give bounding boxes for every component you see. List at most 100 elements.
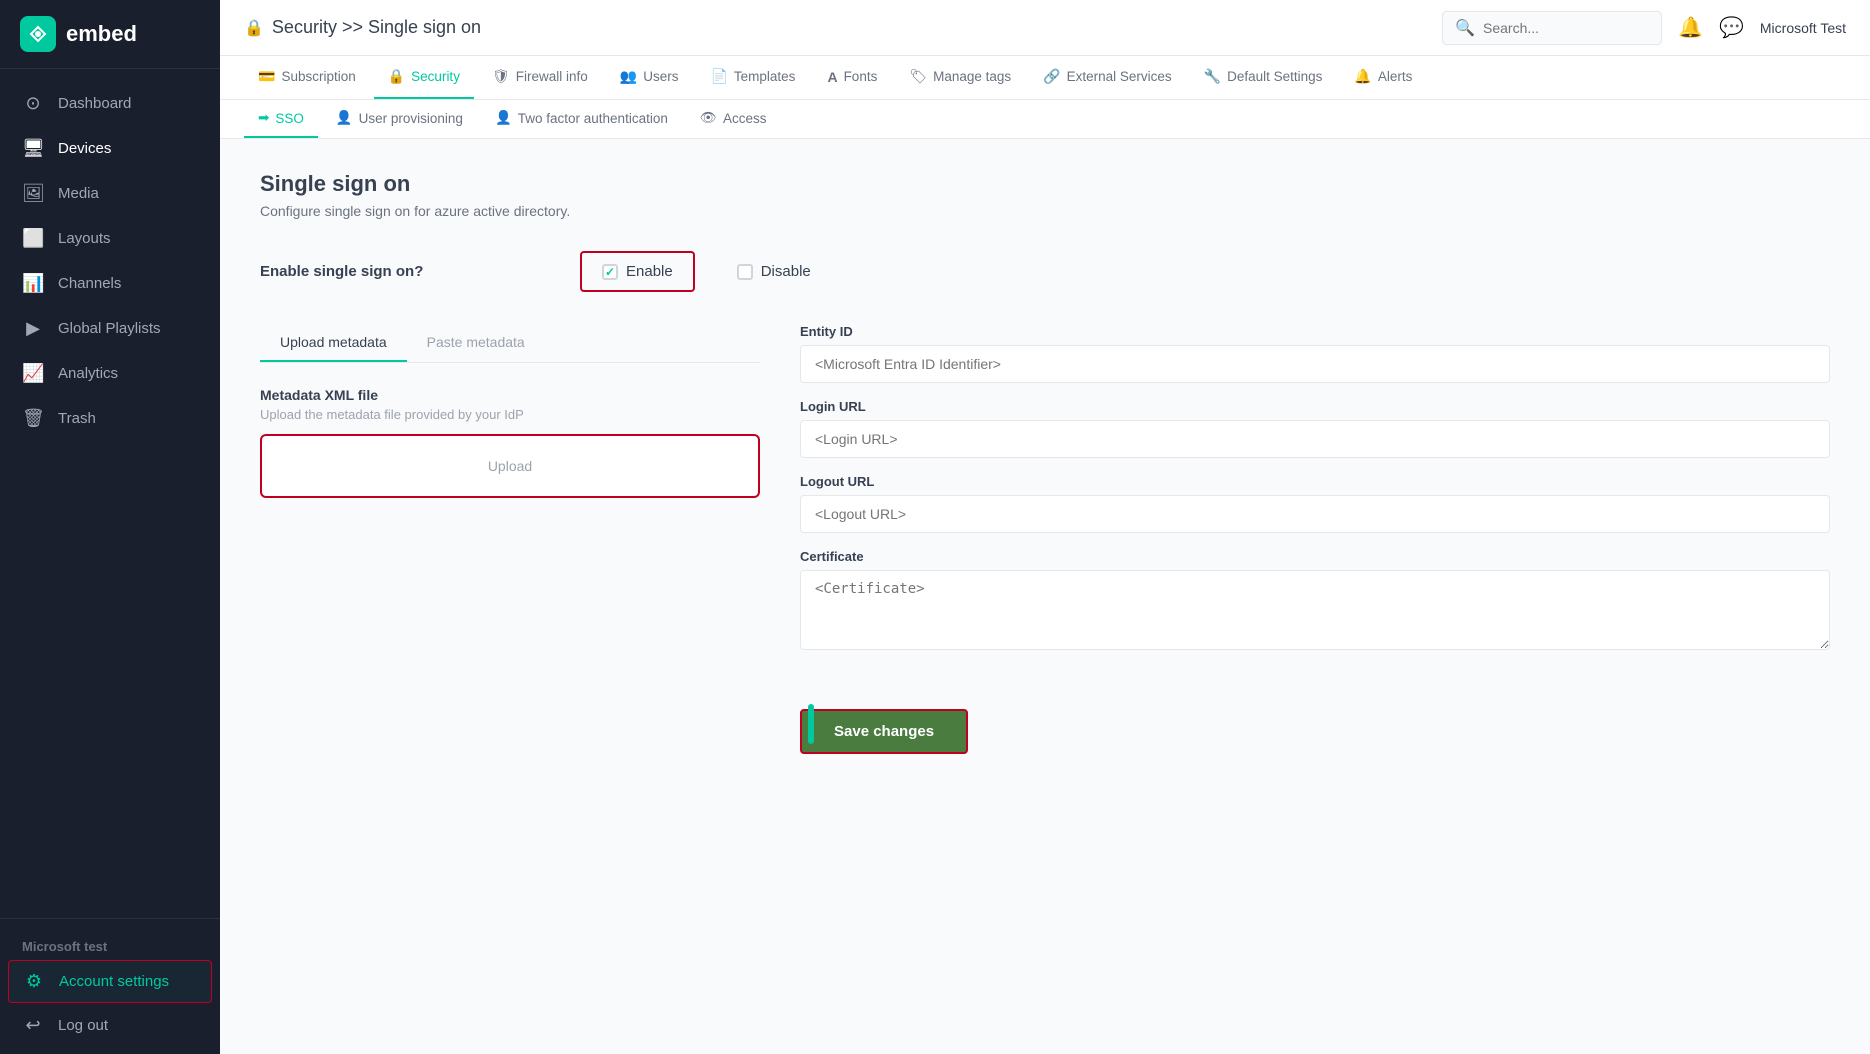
sidebar-item-label: Trash — [58, 410, 96, 427]
enable-checkbox[interactable] — [602, 264, 618, 280]
login-url-input[interactable] — [800, 420, 1830, 458]
org-name: Microsoft test — [0, 931, 220, 958]
sso-form: Upload metadata Paste metadata Metadata … — [260, 324, 1830, 754]
tab-subscription[interactable]: 💳 Subscription — [244, 56, 370, 99]
templates-icon: 📄 — [710, 68, 727, 85]
right-panel: Entity ID Login URL Logout URL Certifica… — [800, 324, 1830, 754]
login-url-label: Login URL — [800, 399, 1830, 414]
notification-icon[interactable]: 🔔 — [1678, 15, 1703, 40]
tab-firewall-info[interactable]: 🛡 Firewall info — [478, 56, 602, 99]
sidebar-item-analytics[interactable]: 📈 Analytics — [0, 351, 220, 396]
sidebar-item-global-playlists[interactable]: ▶ Global Playlists — [0, 306, 220, 351]
primary-tabs: 💳 Subscription 🔒 Security 🛡 Firewall inf… — [220, 56, 1870, 100]
sso-arrow-icon: ➡ — [258, 110, 269, 126]
topbar: 🔒 Security >> Single sign on 🔍 🔔 💬 Micro… — [220, 0, 1870, 56]
playlists-icon: ▶ — [22, 318, 44, 339]
sidebar-item-dashboard[interactable]: ⊙ Dashboard — [0, 81, 220, 126]
certificate-label: Certificate — [800, 549, 1830, 564]
sidebar: embed ⊙ Dashboard 🖥 Devices 🖼 Media ⬜ La… — [0, 0, 220, 1054]
sidebar-item-account-settings[interactable]: ⚙ Account settings — [8, 960, 212, 1003]
meta-tab-upload[interactable]: Upload metadata — [260, 324, 407, 362]
upload-section: Metadata XML file Upload the metadata fi… — [260, 387, 760, 498]
sidebar-item-devices[interactable]: 🖥 Devices — [0, 126, 220, 171]
sidebar-item-logout[interactable]: ↩ Log out — [0, 1005, 220, 1046]
search-icon: 🔍 — [1455, 18, 1475, 38]
settings-icon: ⚙ — [23, 971, 45, 992]
page-content-area: Single sign on Configure single sign on … — [220, 139, 1870, 1054]
tab-templates[interactable]: 📄 Templates — [696, 56, 809, 99]
two-factor-icon: 👤 — [495, 110, 512, 126]
enable-option-label: Enable — [626, 263, 673, 280]
analytics-icon: 📈 — [22, 363, 44, 384]
subtab-access[interactable]: 👁 Access — [686, 100, 781, 138]
channels-icon: 📊 — [22, 273, 44, 294]
subtab-sso[interactable]: ➡ SSO — [244, 100, 318, 138]
devices-icon: 🖥 — [22, 138, 44, 159]
enable-label: Enable single sign on? — [260, 263, 560, 280]
enable-option[interactable]: Enable — [580, 251, 695, 292]
main-content: 🔒 Security >> Single sign on 🔍 🔔 💬 Micro… — [220, 0, 1870, 1054]
metadata-tabs: Upload metadata Paste metadata — [260, 324, 760, 363]
tab-users[interactable]: 👥 Users — [606, 56, 693, 99]
upload-desc: Upload the metadata file provided by you… — [260, 407, 760, 422]
tab-external-services[interactable]: 🔗 External Services — [1029, 56, 1185, 99]
page-title: Single sign on — [260, 171, 1830, 197]
logout-url-group: Logout URL — [800, 474, 1830, 533]
sidebar-item-label: Log out — [58, 1017, 108, 1034]
logout-icon: ↩ — [22, 1015, 44, 1036]
layouts-icon: ⬜ — [22, 228, 44, 249]
sidebar-item-layouts[interactable]: ⬜ Layouts — [0, 216, 220, 261]
tab-fonts[interactable]: A Fonts — [813, 57, 891, 99]
tab-default-settings[interactable]: 🔧 Default Settings — [1190, 56, 1337, 99]
fonts-icon: A — [827, 69, 837, 85]
entity-id-input[interactable] — [800, 345, 1830, 383]
login-url-group: Login URL — [800, 399, 1830, 458]
firewall-icon: 🛡 — [492, 68, 510, 85]
entity-id-group: Entity ID — [800, 324, 1830, 383]
sidebar-item-label: Analytics — [58, 365, 118, 382]
logo-text: embed — [66, 21, 137, 47]
logout-url-label: Logout URL — [800, 474, 1830, 489]
sidebar-item-label: Channels — [58, 275, 121, 292]
external-icon: 🔗 — [1043, 68, 1060, 85]
sidebar-nav: ⊙ Dashboard 🖥 Devices 🖼 Media ⬜ Layouts … — [0, 69, 220, 918]
subtab-two-factor[interactable]: 👤 Two factor authentication — [481, 100, 682, 138]
logout-url-input[interactable] — [800, 495, 1830, 533]
tags-icon: 🏷 — [909, 68, 927, 85]
tab-manage-tags[interactable]: 🏷 Manage tags — [895, 56, 1025, 99]
chat-icon[interactable]: 💬 — [1719, 15, 1744, 40]
entity-id-label: Entity ID — [800, 324, 1830, 339]
disable-option[interactable]: Disable — [715, 251, 833, 292]
save-changes-button[interactable]: Save changes — [800, 709, 968, 754]
upload-box[interactable]: Upload — [260, 434, 760, 498]
secondary-tabs: ➡ SSO 👤 User provisioning 👤 Two factor a… — [220, 100, 1870, 139]
sidebar-item-media[interactable]: 🖼 Media — [0, 171, 220, 216]
sidebar-item-channels[interactable]: 📊 Channels — [0, 261, 220, 306]
meta-tab-paste[interactable]: Paste metadata — [407, 324, 545, 362]
upload-title: Metadata XML file — [260, 387, 760, 403]
logo-icon — [20, 16, 56, 52]
disable-checkbox[interactable] — [737, 264, 753, 280]
sidebar-item-trash[interactable]: 🗑 Trash — [0, 396, 220, 441]
sidebar-footer: Microsoft test ⚙ Account settings ↩ Log … — [0, 918, 220, 1054]
topbar-title: 🔒 Security >> Single sign on — [244, 17, 1426, 38]
search-input[interactable] — [1483, 20, 1643, 36]
upload-button-label: Upload — [488, 458, 532, 474]
tab-alerts[interactable]: 🔔 Alerts — [1340, 56, 1426, 99]
topbar-search-box[interactable]: 🔍 — [1442, 11, 1662, 45]
certificate-group: Certificate — [800, 549, 1830, 655]
media-icon: 🖼 — [22, 183, 44, 204]
lock-icon: 🔒 — [244, 18, 264, 38]
page-breadcrumb: Security >> Single sign on — [272, 17, 481, 38]
sidebar-item-label: Account settings — [59, 973, 169, 990]
sidebar-item-label: Dashboard — [58, 95, 131, 112]
sidebar-item-label: Media — [58, 185, 99, 202]
dashboard-icon: ⊙ — [22, 93, 44, 114]
certificate-input[interactable] — [800, 570, 1830, 650]
sidebar-item-label: Devices — [58, 140, 111, 157]
sidebar-item-label: Layouts — [58, 230, 111, 247]
subtab-user-provisioning[interactable]: 👤 User provisioning — [322, 100, 477, 138]
users-icon: 👥 — [620, 68, 637, 85]
tab-security[interactable]: 🔒 Security — [374, 56, 474, 99]
logo-area: embed — [0, 0, 220, 69]
